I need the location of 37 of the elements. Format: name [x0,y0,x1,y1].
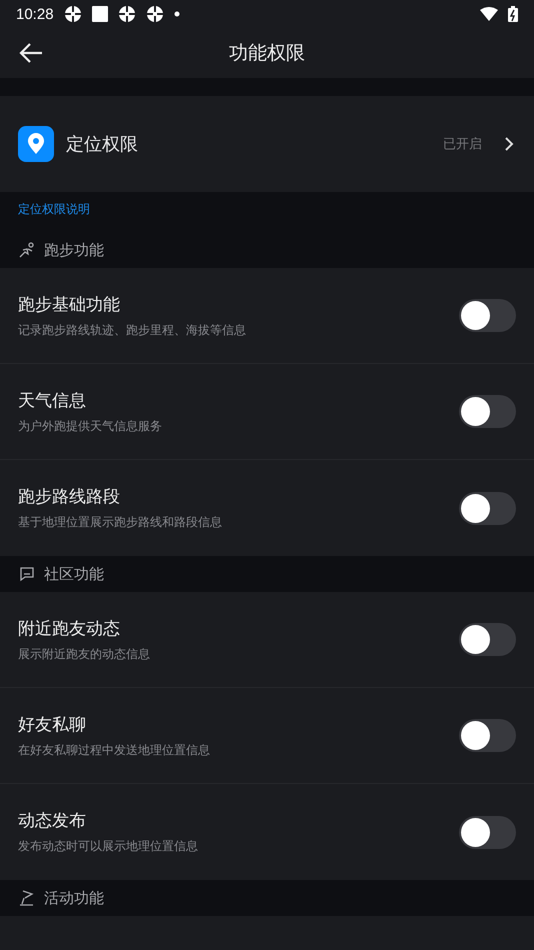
setting-title: 跑步路线路段 [18,486,121,508]
section-title: 跑步功能 [44,240,104,260]
toggle-switch[interactable] [459,623,516,656]
setting-title: 好友私聊 [18,714,87,736]
section-title: 社区功能 [44,564,104,584]
setting-title: 附近跑友动态 [18,618,121,640]
square-icon [92,6,108,22]
aperture-icon [64,5,82,23]
setting-description: 展示附近跑友的动态信息 [18,646,151,662]
toggle-switch[interactable] [459,492,516,524]
setting-description: 为户外跑提供天气信息服务 [18,418,163,434]
runner-icon [18,241,36,259]
chat-icon [18,565,36,583]
location-permission-row[interactable]: 定位权限 已开启 [0,96,534,192]
row-title: 定位权限 [66,133,139,156]
setting-title: 天气信息 [18,390,87,412]
section-title: 活动功能 [44,888,104,908]
dot-icon [174,11,180,17]
setting-description: 基于地理位置展示跑步路线和路段信息 [18,514,223,531]
page-title: 功能权限 [229,42,305,64]
battery-icon [508,6,518,22]
toggle-switch[interactable] [459,816,516,848]
location-pin-icon [18,126,54,162]
aperture-icon [118,5,136,23]
explanation-link[interactable]: 定位权限说明 [18,202,90,216]
status-time: 10:28 [16,6,54,22]
setting-description: 记录跑步路线轨迹、跑步里程、海拔等信息 [18,322,247,338]
setting-title: 跑步基础功能 [18,294,121,316]
setting-title: 动态发布 [18,810,87,832]
setting-description: 发布动态时可以展示地理位置信息 [18,838,199,855]
setting-description: 在好友私聊过程中发送地理位置信息 [18,742,211,758]
toggle-switch[interactable] [459,299,516,332]
aperture-icon [146,5,164,23]
toggle-switch[interactable] [459,719,516,752]
toggle-switch[interactable] [459,395,516,428]
status-label: 已开启 [443,136,482,153]
wifi-icon [480,7,498,21]
